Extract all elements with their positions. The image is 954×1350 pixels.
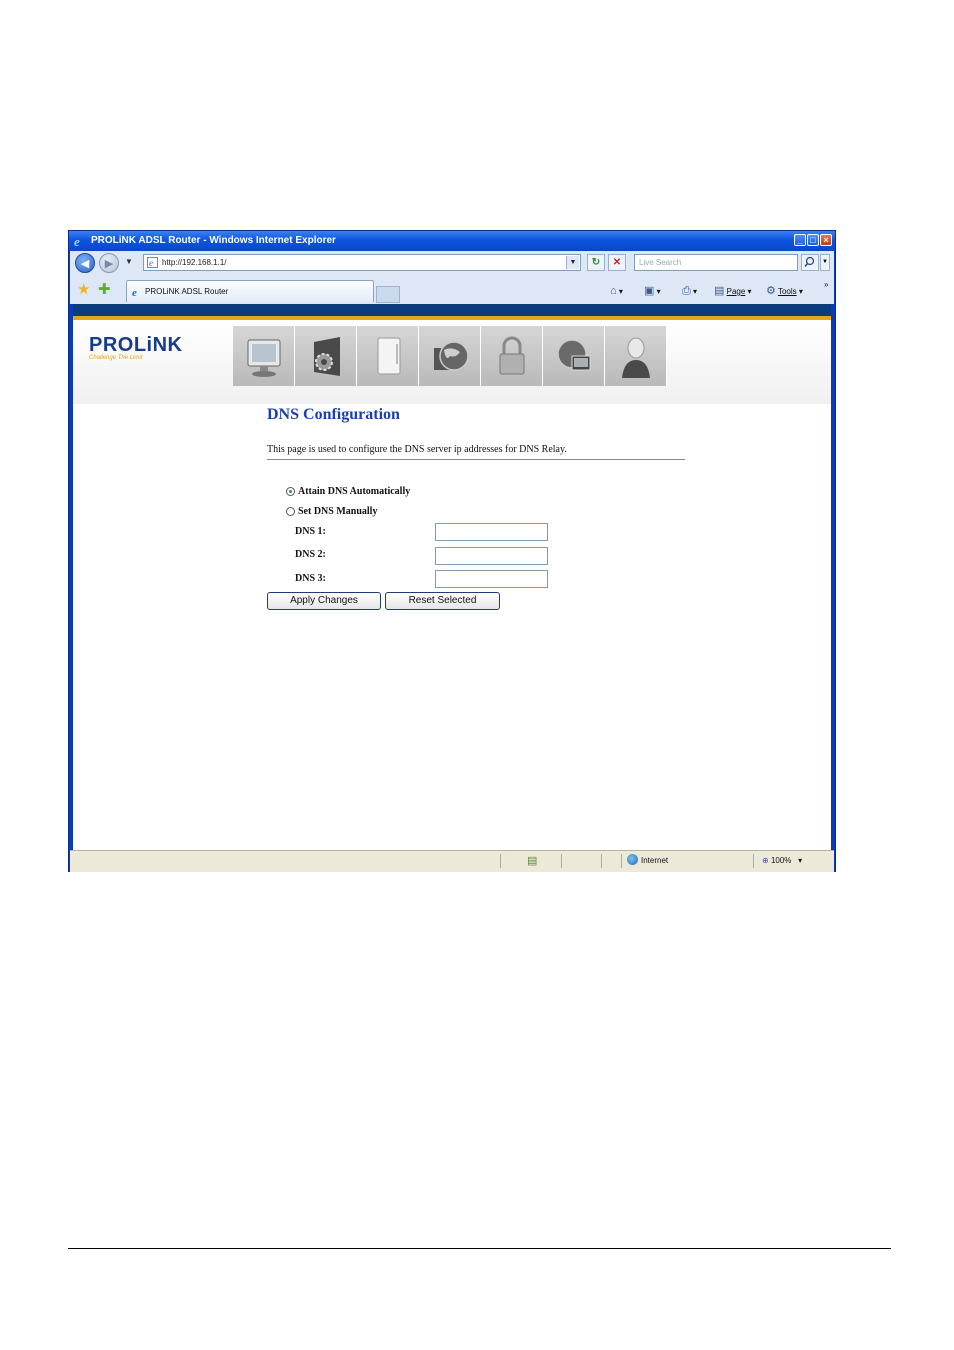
stop-icon[interactable]: ✕ [608,254,626,271]
print-icon: ⎙ [682,285,691,297]
window-controls: _ □ × [794,234,832,246]
logo-text: PROLiNK [89,334,183,356]
print-button[interactable]: ⎙ ▾ [682,283,697,300]
svg-text:e: e [149,258,153,268]
tab-page-icon: e [132,287,137,297]
page-viewport: PROLiNK Challenge The Limit DNS Configur… [73,304,831,850]
status-bar: ▤ Internet ⊕ 100% ▾ [70,850,834,872]
zone-indicator: Internet [627,851,668,871]
status-divider [753,854,754,868]
monitor-icon [247,339,280,377]
radio-set-dns-manual[interactable]: Set DNS Manually [286,506,377,517]
page-menu-label: Page [726,287,746,296]
prolink-logo: PROLiNK Challenge The Limit [89,334,183,361]
minimize-button[interactable]: _ [794,234,806,246]
radio-manual-label: Set DNS Manually [298,506,378,517]
status-divider [621,854,622,868]
navigation-row: ◀ ▶ ▼ e http://192.168.1.1/ ▼ ↻ ✕ Live S… [70,251,834,276]
dns1-label: DNS 1: [295,526,326,537]
svg-text:e: e [74,234,80,248]
status-divider [601,854,602,868]
tab-label: PROLiNK ADSL Router [145,287,229,296]
dns1-input[interactable] [435,523,548,541]
home-button[interactable]: ⌂ ▾ [610,283,623,300]
zoom-label: 100% [770,856,792,865]
search-icon [804,256,815,268]
search-button[interactable] [801,254,819,271]
browser-chrome: ◀ ▶ ▼ e http://192.168.1.1/ ▼ ↻ ✕ Live S… [70,251,834,304]
security-report-icon[interactable]: ▤ [527,851,537,871]
ie-logo-icon: e [74,234,80,248]
dns3-label: DNS 3: [295,573,326,584]
page-icon: e [147,257,158,268]
apply-changes-button[interactable]: Apply Changes [267,592,381,610]
address-bar[interactable]: e http://192.168.1.1/ ▼ [143,254,581,271]
dns2-label: DNS 2: [295,549,326,560]
lock-icon [499,336,524,375]
zoom-control[interactable]: ⊕ 100% ▾ [762,851,802,871]
device-icon [377,337,400,375]
home-icon: ⌂ [610,285,617,297]
nav-advanced[interactable] [419,326,481,386]
window-title: PROLiNK ADSL Router - Windows Internet E… [91,235,336,246]
zone-label: Internet [641,856,669,865]
history-dropdown-icon[interactable]: ▼ [125,257,133,266]
maximize-button[interactable]: □ [807,234,819,246]
status-divider [561,854,562,868]
ie-window: e PROLiNK ADSL Router - Windows Internet… [68,230,836,872]
back-button[interactable]: ◀ [75,253,95,273]
reset-selected-button[interactable]: Reset Selected [385,592,500,610]
nav-admin[interactable] [605,326,667,386]
tab-prolink-router[interactable]: e PROLiNK ADSL Router [126,280,374,302]
address-text: http://192.168.1.1/ [162,258,227,267]
nav-setup[interactable] [295,326,357,386]
nav-status[interactable] [233,326,295,386]
zoom-icon: ⊕ [762,856,769,865]
radio-attain-dns-auto[interactable]: Attain DNS Automatically [286,486,410,497]
page-menu[interactable]: ▤ Page ▾ [714,283,752,300]
title-bar: e PROLiNK ADSL Router - Windows Internet… [69,231,835,251]
address-dropdown-icon[interactable]: ▼ [566,256,579,269]
gear-icon: ⚙ [766,285,776,297]
new-tab-button[interactable] [376,286,400,303]
radio-auto-control[interactable] [286,487,295,496]
internet-globe-icon [627,854,638,865]
tab-row: ★ ✚ e PROLiNK ADSL Router ⌂ ▾ ▣ ▾ ⎙ ▾ ▤ … [70,277,834,304]
close-button[interactable]: × [820,234,832,246]
tools-menu-label: Tools [777,287,797,296]
gear-folder-icon [313,337,340,376]
main-nav-icons [233,326,667,386]
radio-auto-label: Attain DNS Automatically [298,486,411,497]
network-globe-icon [556,339,590,371]
dns2-input[interactable] [435,547,548,565]
add-favorites-icon[interactable]: ✚ [98,282,111,297]
globe-folder-icon [433,341,469,371]
router-header: PROLiNK Challenge The Limit [73,320,831,404]
refresh-icon[interactable]: ↻ [587,254,605,271]
dns3-input[interactable] [435,570,548,588]
user-icon [621,337,650,378]
radio-manual-control[interactable] [286,507,295,516]
search-provider-dropdown-icon[interactable]: ▼ [820,254,830,271]
feeds-button[interactable]: ▣ ▾ [644,283,661,300]
feeds-icon: ▣ [644,285,655,297]
nav-security[interactable] [481,326,543,386]
page-title: DNS Configuration [267,406,400,423]
svg-text:e: e [132,287,137,297]
status-divider [500,854,501,868]
tools-menu[interactable]: ⚙ Tools ▾ [766,283,803,300]
nav-network[interactable] [543,326,605,386]
header-blue-band [73,304,831,316]
divider [267,459,685,460]
page-menu-icon: ▤ [714,285,725,297]
favorites-star-icon[interactable]: ★ [77,282,90,297]
page-description: This page is used to configure the DNS s… [267,444,567,455]
document-footer-line [68,1248,891,1249]
nav-device[interactable] [357,326,419,386]
search-input[interactable]: Live Search [634,254,798,271]
forward-button[interactable]: ▶ [99,253,119,273]
more-chevron-icon[interactable]: » [824,277,828,293]
